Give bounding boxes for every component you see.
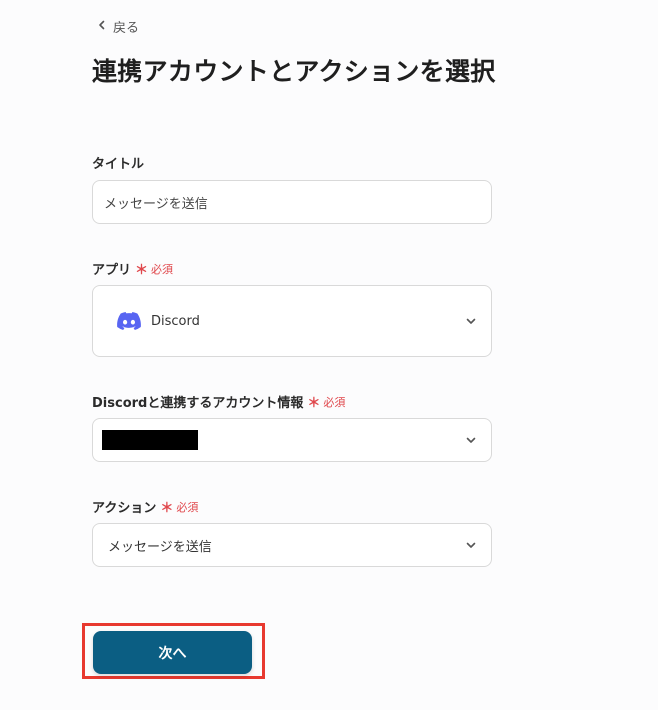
required-asterisk: ＊: [135, 263, 149, 278]
required-asterisk: ＊: [307, 396, 321, 411]
app-field-label: アプリ ＊ 必須: [92, 259, 174, 279]
action-select-label: メッセージを送信: [108, 539, 212, 555]
app-select-label: Discord: [151, 313, 200, 329]
required-asterisk: ＊: [160, 501, 174, 516]
required-text: 必須: [151, 262, 174, 276]
discord-logo-icon: [117, 309, 141, 333]
required-text: 必須: [176, 500, 199, 514]
action-field-label-text: アクション: [92, 501, 157, 516]
action-select-value: メッセージを送信: [108, 536, 465, 555]
app-select-value: Discord: [117, 309, 465, 333]
required-text: 必須: [323, 395, 346, 409]
chevron-down-icon: [465, 539, 477, 551]
title-field-label-text: タイトル: [92, 157, 145, 172]
title-field-label: タイトル: [92, 153, 144, 172]
app-field-label-text: アプリ: [92, 263, 132, 278]
next-button-label: 次へ: [158, 645, 187, 662]
back-link[interactable]: 戻る: [97, 15, 139, 37]
title-input[interactable]: メッセージを送信: [92, 180, 492, 224]
chevron-down-icon: [465, 434, 477, 446]
chevron-down-icon: [465, 315, 477, 327]
back-label: 戻る: [113, 20, 140, 36]
title-input-value: メッセージを送信: [104, 196, 208, 212]
next-button[interactable]: 次へ: [93, 631, 252, 674]
page-title: 連携アカウントとアクションを選択: [92, 57, 496, 86]
app-select[interactable]: Discord: [92, 285, 492, 357]
redacted-account-name: [102, 430, 198, 450]
chevron-left-icon: [97, 19, 107, 34]
action-field-label: アクション ＊ 必須: [92, 497, 199, 517]
account-field-label: Discordと連携するアカウント情報 ＊ 必須: [92, 392, 346, 412]
account-field-label-text: Discordと連携するアカウント情報: [92, 396, 304, 411]
action-select[interactable]: メッセージを送信: [92, 523, 492, 567]
account-select[interactable]: [92, 418, 492, 462]
account-select-value: [102, 430, 465, 450]
